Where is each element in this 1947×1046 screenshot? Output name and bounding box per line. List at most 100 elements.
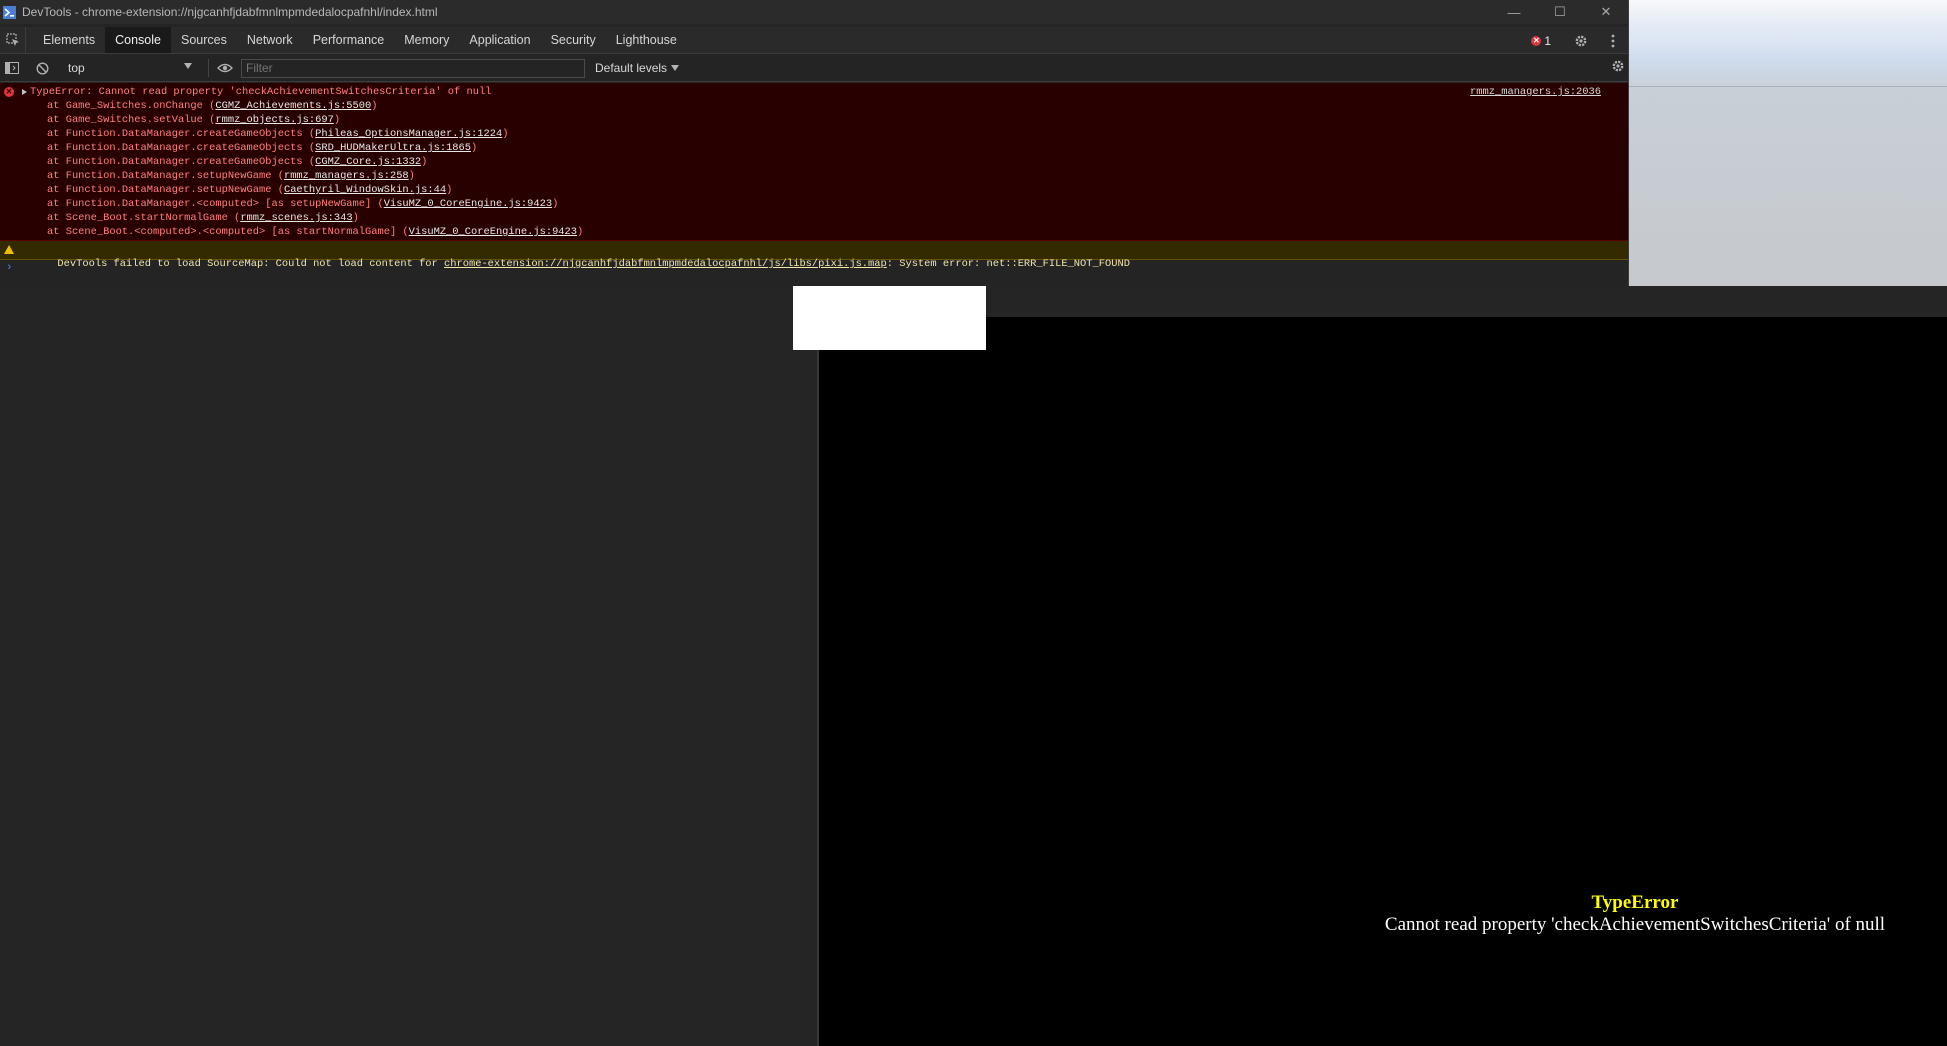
prompt-chevron-icon: › [6,262,13,274]
stack-frame: at Game_Switches.setValue (rmmz_objects.… [30,113,1601,127]
dropdown-arrow-icon [671,65,680,71]
context-selector[interactable]: top [60,59,194,77]
error-source-link[interactable]: rmmz_managers.js:2036 [1470,85,1601,99]
warning-message[interactable]: DevTools failed to load SourceMap: Could… [0,241,1628,270]
panel-tabbar: Elements Console Sources Network Perform… [0,27,1628,54]
gear-icon [1575,35,1587,46]
more-options-button[interactable] [1605,33,1621,49]
toggle-sidebar-button[interactable] [2,58,22,78]
stack-frame-suffix: ) [552,198,559,210]
stack-frame-link[interactable]: Caethyril_WindowSkin.js:44 [284,184,446,196]
console-settings-button[interactable] [1611,59,1625,78]
game-error-message: TypeError Cannot read property 'checkAch… [1330,892,1940,937]
warning-suffix: : System error: net::ERR_FILE_NOT_FOUND [886,258,1130,270]
stack-frame: at Function.DataManager.setupNewGame (Ca… [30,183,1601,197]
stack-frame: at Scene_Boot.<computed>.<computed> [as … [30,225,1601,239]
close-button[interactable]: ✕ [1583,0,1628,24]
stack-frame-link[interactable]: rmmz_scenes.js:343 [240,212,352,224]
gear-icon [1612,60,1624,72]
stack-frame-text: at Scene_Boot.startNormalGame ( [47,212,241,224]
stack-frame-link[interactable]: rmmz_managers.js:258 [284,170,409,182]
stack-frame-text: at Scene_Boot.<computed>.<computed> [as … [47,226,409,238]
stack-trace: at Game_Switches.onChange (CGMZ_Achievem… [30,99,1601,239]
error-text: TypeError: Cannot read property 'checkAc… [30,86,492,98]
background-desktop [0,286,819,1046]
stack-frame-text: at Function.DataManager.setupNewGame ( [47,170,284,182]
stack-frame: at Game_Switches.onChange (CGMZ_Achievem… [30,99,1601,113]
stack-frame-link[interactable]: Phileas_OptionsManager.js:1224 [315,128,502,140]
console-toolbar: top Default levels [0,55,1628,82]
tab-application[interactable]: Application [459,27,540,53]
stack-frame-link[interactable]: CGMZ_Achievements.js:5500 [215,100,371,112]
stack-frame-text: at Function.DataManager.createGameObject… [47,128,316,140]
dropdown-arrow-icon [184,63,192,69]
warning-icon [4,245,14,254]
stack-frame: at Function.DataManager.createGameObject… [30,155,1601,169]
blank-white-box [793,280,986,350]
error-counter[interactable]: ✕ 1 [1531,34,1551,48]
tab-elements[interactable]: Elements [33,27,105,53]
error-icon: ✕ [4,87,14,97]
toolbar-divider [208,59,209,77]
warning-link[interactable]: chrome-extension://njgcanhfjdabfmnlmpmde… [444,258,887,270]
stack-frame-link[interactable]: VisuMZ_0_CoreEngine.js:9423 [384,198,552,210]
inspect-icon [5,33,19,46]
stack-frame: at Function.DataManager.setupNewGame (rm… [30,169,1601,183]
tab-console[interactable]: Console [105,27,171,53]
devtools-window: DevTools - chrome-extension://njgcanhfjd… [0,0,1629,286]
filter-input[interactable] [241,58,585,78]
clear-icon [35,61,49,75]
window-titlebar: DevTools - chrome-extension://njgcanhfjd… [0,0,1628,24]
tab-memory[interactable]: Memory [394,27,459,53]
stack-frame-suffix: ) [371,100,378,112]
game-error-text: Cannot read property 'checkAchievementSw… [1384,914,1886,935]
sidebar-icon [5,62,19,74]
stack-frame-text: at Function.DataManager.<computed> [as s… [47,198,384,210]
settings-button[interactable] [1573,33,1589,49]
tab-security[interactable]: Security [541,27,606,53]
stack-frame-suffix: ) [408,170,415,182]
tab-network[interactable]: Network [237,27,303,53]
stack-frame-suffix: ) [577,226,584,238]
stack-frame: at Function.DataManager.createGameObject… [30,141,1601,155]
maximize-button[interactable]: ☐ [1537,0,1583,24]
stack-frame-suffix: ) [502,128,509,140]
tab-performance[interactable]: Performance [303,27,395,53]
stack-frame: at Function.DataManager.createGameObject… [30,127,1601,141]
stack-frame: at Function.DataManager.<computed> [as s… [30,197,1601,211]
console-output: ✕ rmmz_managers.js:2036 TypeError: Canno… [0,83,1628,286]
stack-frame-link[interactable]: VisuMZ_0_CoreEngine.js:9423 [409,226,577,238]
warning-prefix: DevTools failed to load SourceMap: Could… [57,258,445,270]
tab-sources[interactable]: Sources [171,27,237,53]
expand-triangle-icon[interactable] [22,89,27,95]
error-icon: ✕ [1531,35,1542,46]
stack-frame-suffix: ) [333,114,341,126]
stack-frame-text: at Function.DataManager.createGameObject… [47,156,316,168]
stack-frame-link[interactable]: rmmz_objects.js:697 [215,114,333,126]
background-window [1629,0,1947,286]
clear-console-button[interactable] [32,58,52,78]
log-levels-dropdown[interactable]: Default levels [595,61,680,75]
error-message[interactable]: ✕ rmmz_managers.js:2036 TypeError: Canno… [0,83,1628,241]
log-levels-label: Default levels [595,61,668,75]
stack-frame-suffix: ) [421,156,428,168]
stack-frame-link[interactable]: CGMZ_Core.js:1332 [315,156,421,168]
stack-frame: at Scene_Boot.startNormalGame (rmmz_scen… [30,211,1601,225]
live-expression-button[interactable] [215,58,235,78]
inspect-element-button[interactable] [0,27,26,53]
stack-frame-link[interactable]: SRD_HUDMakerUltra.js:1865 [315,142,471,154]
game-window-titlebar [986,286,1947,317]
tab-lighthouse[interactable]: Lighthouse [606,27,687,53]
window-title: DevTools - chrome-extension://njgcanhfjd… [22,5,438,19]
stack-frame-text: at Game_Switches.setValue ( [47,114,216,126]
kebab-menu-icon [1611,34,1615,47]
stack-frame-suffix: ) [352,212,359,224]
stack-frame-text: at Function.DataManager.createGameObject… [47,142,316,154]
minimize-button[interactable]: — [1491,0,1537,24]
devtools-app-icon [3,5,16,19]
stack-frame-suffix: ) [471,142,478,154]
stack-frame-suffix: ) [446,184,453,196]
stack-frame-text: at Game_Switches.onChange ( [47,100,216,112]
error-count: 1 [1544,33,1551,48]
game-error-title: TypeError [1591,892,1679,913]
